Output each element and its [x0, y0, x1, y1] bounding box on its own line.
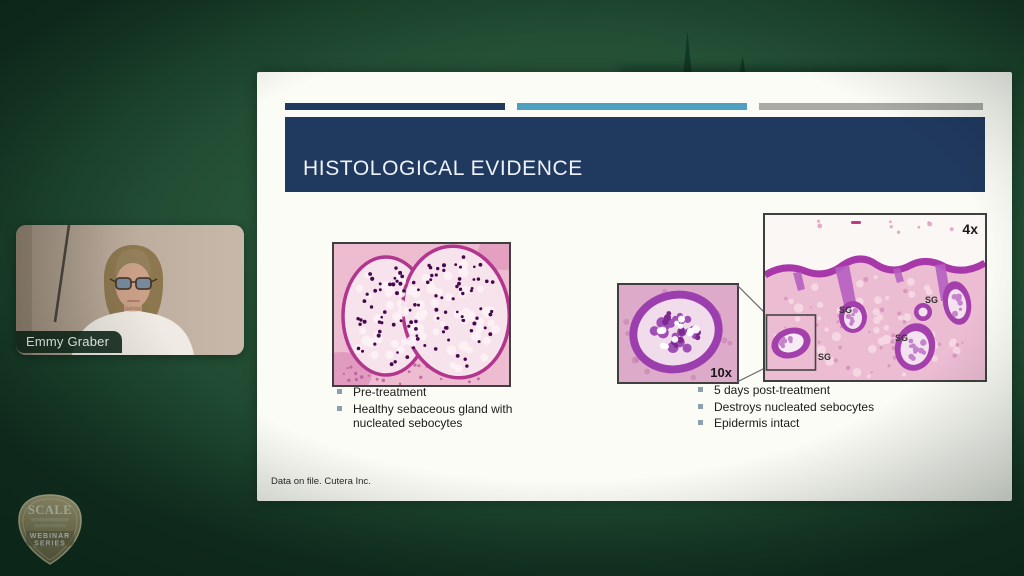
sg-annotation: SG: [818, 352, 831, 362]
bullet-text: Epidermis intact: [714, 416, 799, 431]
bullet-item: Destroys nucleated sebocytes: [698, 400, 933, 415]
slide-footnote: Data on file. Cutera Inc.: [271, 476, 371, 487]
bullet-item: 5 days post-treatment: [698, 383, 933, 398]
slide-title-bar: HISTOLOGICAL EVIDENCE: [285, 117, 985, 192]
bullet-text: Destroys nucleated sebocytes: [714, 400, 874, 415]
background-spire-icon: [683, 32, 692, 76]
post-treatment-bullet-list: 5 days post-treatment Destroys nucleated…: [698, 383, 933, 433]
bullet-square-icon: [337, 389, 342, 394]
magnification-label-10x: 10x: [710, 365, 732, 380]
bullet-text: 5 days post-treatment: [714, 383, 830, 398]
scale-webinar-series-badge: SCALE WEBINAR SERIES: [16, 493, 84, 567]
accent-bar-blue: [517, 103, 747, 110]
badge-title: SCALE: [28, 503, 72, 517]
bullet-square-icon: [698, 387, 703, 392]
bullet-item: Epidermis intact: [698, 416, 933, 431]
presentation-slide: HISTOLOGICAL EVIDENCE 10x: [257, 72, 1012, 501]
accent-bar-navy: [285, 103, 505, 110]
speaker-video-tile[interactable]: Emmy Graber: [16, 225, 244, 355]
badge-subtitle-line1: WEBINAR: [30, 533, 70, 540]
pre-treatment-bullet-list: Pre-treatment Healthy sebaceous gland wi…: [337, 385, 532, 433]
bullet-square-icon: [337, 406, 342, 411]
post-treatment-4x-image: SG SG SG SG 4x: [763, 213, 987, 382]
sg-annotation: SG: [925, 295, 938, 305]
sg-annotation: SG: [839, 305, 852, 315]
badge-subtitle-line2: SERIES: [34, 541, 66, 548]
magnification-label-4x: 4x: [962, 221, 978, 237]
bullet-item: Pre-treatment: [337, 385, 532, 400]
pre-treatment-histology-image: [332, 242, 511, 387]
bullet-square-icon: [698, 420, 703, 425]
slide-title: HISTOLOGICAL EVIDENCE: [303, 157, 583, 181]
bullet-text: Healthy sebaceous gland with nucleated s…: [353, 402, 532, 431]
bullet-square-icon: [698, 404, 703, 409]
bullet-item: Healthy sebaceous gland with nucleated s…: [337, 402, 532, 431]
sg-annotation: SG: [895, 333, 908, 343]
bullet-text: Pre-treatment: [353, 385, 426, 400]
accent-bar-gray: [759, 103, 983, 110]
post-treatment-10x-image: 10x: [617, 283, 739, 384]
speaker-name-tag: Emmy Graber: [16, 331, 122, 353]
